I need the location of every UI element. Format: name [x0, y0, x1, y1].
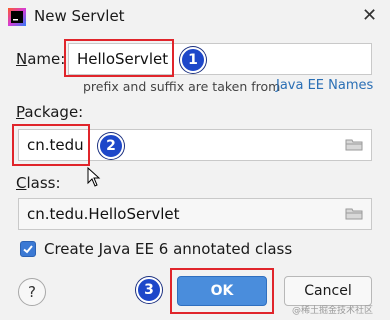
package-label: Package:: [16, 103, 83, 121]
package-highlight-box: [12, 124, 90, 166]
name-label: Name:: [16, 50, 65, 68]
ok-highlight-box: [170, 268, 274, 314]
intellij-app-icon: [8, 8, 26, 26]
step-marker-3: 3: [136, 277, 162, 303]
java-ee-names-link[interactable]: Java EE Names: [276, 78, 373, 93]
step-marker-1: 1: [180, 47, 206, 73]
class-field-value: cn.tedu.HelloServlet: [27, 205, 180, 223]
name-highlight-box: [64, 39, 174, 77]
name-label-rest: ame:: [27, 50, 66, 68]
class-label-mnemonic: C: [16, 174, 27, 192]
watermark: @稀土掘金技术社区: [292, 306, 374, 316]
class-label-rest: lass:: [26, 174, 61, 192]
mouse-cursor-icon: [87, 167, 101, 187]
annotated-class-checkbox[interactable]: [20, 241, 36, 257]
check-icon: [23, 245, 33, 254]
help-button[interactable]: ?: [18, 278, 46, 306]
class-label: Class:: [16, 174, 61, 192]
annotated-class-label[interactable]: Create Java EE 6 annotated class: [44, 240, 292, 258]
class-field[interactable]: cn.tedu.HelloServlet: [18, 198, 372, 230]
close-icon[interactable]: ✕: [362, 6, 377, 26]
cancel-button[interactable]: Cancel: [284, 276, 372, 306]
folder-icon[interactable]: [345, 139, 363, 151]
folder-icon[interactable]: [345, 208, 363, 220]
package-label-rest: ackage:: [24, 103, 84, 121]
title-bar: New Servlet ✕: [0, 0, 390, 34]
name-hint: prefix and suffix are taken from: [83, 79, 281, 94]
name-label-mnemonic: N: [16, 50, 28, 68]
step-marker-2: 2: [98, 133, 124, 159]
window-title: New Servlet: [34, 7, 125, 25]
